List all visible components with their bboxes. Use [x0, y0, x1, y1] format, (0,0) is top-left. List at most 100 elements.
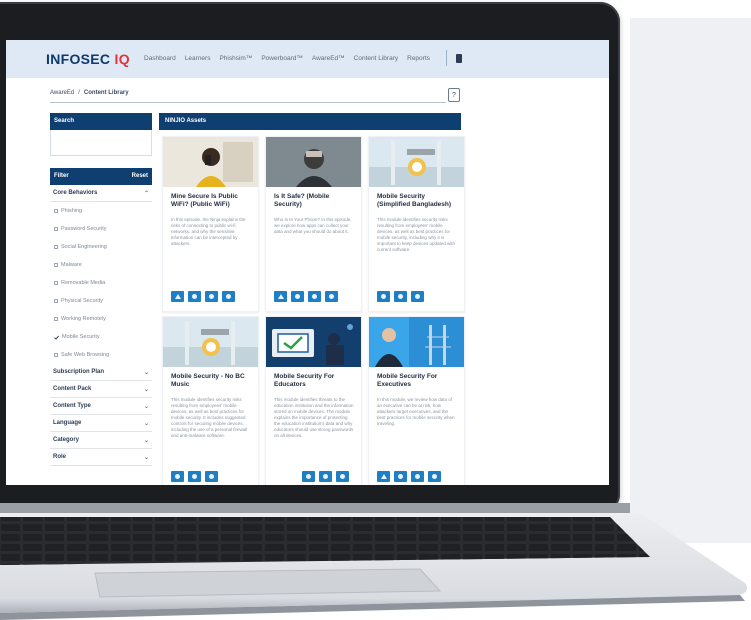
checkbox[interactable]: [54, 263, 58, 267]
download-button[interactable]: [188, 471, 201, 482]
section-core-behaviors[interactable]: Core Behaviors ⌃: [50, 185, 152, 202]
filter-item[interactable]: Password Security: [50, 220, 152, 238]
content-card[interactable]: Mine Secure Is Public WiFi? (Public WiFi…: [162, 136, 259, 312]
card-description: This module identifies threats to the ed…: [274, 397, 354, 438]
share-button[interactable]: [428, 471, 441, 482]
filter-item[interactable]: Safe Web Browsing: [50, 346, 152, 364]
checkbox[interactable]: [54, 227, 58, 231]
chevron-down-icon: ⌄: [143, 438, 149, 444]
section-role[interactable]: Role ⌄: [50, 449, 152, 466]
checkmark-icon[interactable]: [54, 335, 59, 340]
nav-powerboard[interactable]: Powerboard™: [261, 55, 303, 62]
eye-icon: [295, 294, 300, 299]
filter-item[interactable]: Removable Media: [50, 274, 152, 292]
share-button[interactable]: [205, 471, 218, 482]
preview-button[interactable]: [188, 291, 201, 302]
user-icon: [277, 294, 284, 299]
search-input[interactable]: [50, 130, 152, 156]
content-card[interactable]: Mobile Security For Executives In this m…: [368, 316, 465, 485]
share-icon: [329, 294, 334, 299]
download-button[interactable]: [411, 471, 424, 482]
section-language[interactable]: Language ⌄: [50, 415, 152, 432]
chevron-down-icon: ⌄: [143, 404, 149, 410]
preview-button[interactable]: [291, 291, 304, 302]
share-button[interactable]: [222, 291, 235, 302]
section-label: Role: [53, 454, 67, 460]
section-content-pack[interactable]: Content Pack ⌄: [50, 381, 152, 398]
share-button[interactable]: [411, 291, 424, 302]
section-category[interactable]: Category ⌄: [50, 432, 152, 449]
content-card[interactable]: Mobile Security - No BC Music This modul…: [162, 316, 259, 485]
content-card[interactable]: Mobile Security For Educators This modul…: [265, 316, 362, 485]
download-button[interactable]: [205, 291, 218, 302]
checkbox[interactable]: [54, 317, 58, 321]
card-description: This module identifies security risks re…: [171, 397, 248, 438]
card-actions: [302, 471, 349, 482]
question-icon: ?: [452, 91, 456, 99]
logo-text: INFOSEC: [46, 51, 111, 67]
breadcrumb-separator: /: [78, 90, 80, 96]
gear-icon[interactable]: [455, 54, 463, 63]
preview-button[interactable]: [377, 291, 390, 302]
nav-phishsim[interactable]: Phishsim™: [219, 55, 252, 62]
checkbox[interactable]: [54, 353, 58, 357]
checkbox[interactable]: [54, 245, 58, 249]
download-button[interactable]: [394, 291, 407, 302]
breadcrumb-current: Content Library: [83, 90, 129, 96]
chevron-down-icon: ⌄: [143, 387, 149, 393]
reset-link[interactable]: Reset: [132, 173, 148, 180]
assign-button[interactable]: [377, 471, 390, 482]
card-actions: [274, 291, 338, 302]
nav-dashboard[interactable]: Dashboard: [144, 55, 176, 62]
section-subscription-plan[interactable]: Subscription Plan ⌄: [50, 364, 152, 381]
filter-item-checked[interactable]: Mobile Security: [50, 328, 152, 346]
preview-button[interactable]: [171, 471, 184, 482]
nav-reports[interactable]: Reports: [407, 55, 430, 62]
filter-item-label: Malware: [61, 262, 82, 268]
share-button[interactable]: [336, 471, 349, 482]
filter-item[interactable]: Social Engineering: [50, 238, 152, 256]
card-thumbnail: [369, 137, 464, 187]
filter-item-label: Working Remotely: [61, 316, 106, 322]
assign-button[interactable]: [171, 291, 184, 302]
nav-awareed[interactable]: AwareEd™: [312, 55, 345, 62]
section-content-type[interactable]: Content Type ⌄: [50, 398, 152, 415]
filter-item[interactable]: Physical Security: [50, 292, 152, 310]
card-actions: [171, 471, 218, 482]
card-description: Who Is In Your Phone? In this episode, w…: [274, 217, 352, 234]
preview-button[interactable]: [302, 471, 315, 482]
content-card[interactable]: Mobile Security (Simplified Bangladesh) …: [368, 136, 465, 312]
checkbox[interactable]: [54, 299, 58, 303]
download-button[interactable]: [319, 471, 332, 482]
nav-learners[interactable]: Learners: [185, 55, 211, 62]
content-card[interactable]: Is It Safe? (Mobile Security) Who Is In …: [265, 136, 362, 312]
card-description: In this module, we review how data of an…: [377, 397, 455, 426]
section-label: Content Type: [53, 403, 91, 409]
filter-item[interactable]: Phishing: [50, 202, 152, 220]
checkbox[interactable]: [54, 209, 58, 213]
app-header: INFOSEC IQ Dashboard Learners Phishsim™ …: [6, 40, 609, 78]
breadcrumb-parent[interactable]: AwareEd: [50, 90, 74, 96]
filter-header: Filter Reset: [50, 168, 152, 185]
card-actions: [377, 291, 424, 302]
checkbox[interactable]: [54, 281, 58, 285]
options-button[interactable]: ?: [448, 88, 460, 102]
filter-item[interactable]: Malware: [50, 256, 152, 274]
filter-item[interactable]: Working Remotely: [50, 310, 152, 328]
user-icon: [174, 294, 181, 299]
eye-icon: [398, 474, 403, 479]
card-thumbnail: [369, 317, 464, 367]
nav-content-library[interactable]: Content Library: [354, 55, 398, 62]
preview-button[interactable]: [394, 471, 407, 482]
download-button[interactable]: [308, 291, 321, 302]
share-button[interactable]: [325, 291, 338, 302]
nav-divider: [446, 50, 447, 66]
card-description: In this episode, the Ninja explains the …: [171, 217, 246, 246]
card-actions: [171, 291, 235, 302]
share-icon: [209, 474, 214, 479]
assign-button[interactable]: [274, 291, 287, 302]
app-logo[interactable]: INFOSEC IQ: [46, 51, 130, 67]
filter-item-label: Physical Security: [61, 298, 103, 304]
download-icon: [192, 474, 197, 479]
filter-item-label: Phishing: [61, 208, 83, 214]
